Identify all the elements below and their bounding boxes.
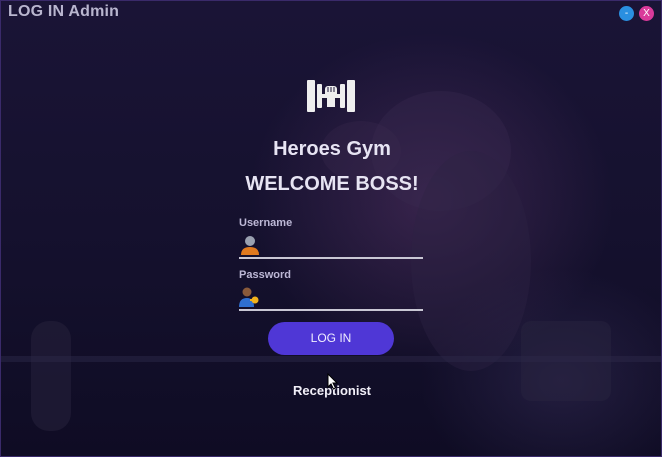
login-button[interactable]: LOG IN — [268, 322, 394, 355]
welcome-heading: WELCOME BOSS! — [245, 173, 419, 195]
minimize-button[interactable]: - — [619, 6, 634, 21]
username-label: Username — [239, 217, 293, 229]
password-label: Password — [239, 269, 291, 281]
close-button[interactable]: X — [639, 6, 654, 21]
user-key-icon — [239, 287, 259, 307]
username-input[interactable] — [265, 233, 425, 257]
window-title: LOG IN Admin — [8, 3, 120, 20]
username-field-container — [239, 233, 425, 259]
login-window: LOG IN Admin - X Heroes Gym WELCOME BOSS… — [0, 0, 662, 457]
user-icon — [241, 236, 259, 255]
gym-name-heading: Heroes Gym — [273, 138, 391, 160]
password-input[interactable] — [265, 285, 425, 309]
mouse-cursor-icon — [327, 373, 339, 390]
dumbbell-fist-icon — [307, 80, 355, 112]
password-field-container — [239, 285, 425, 311]
